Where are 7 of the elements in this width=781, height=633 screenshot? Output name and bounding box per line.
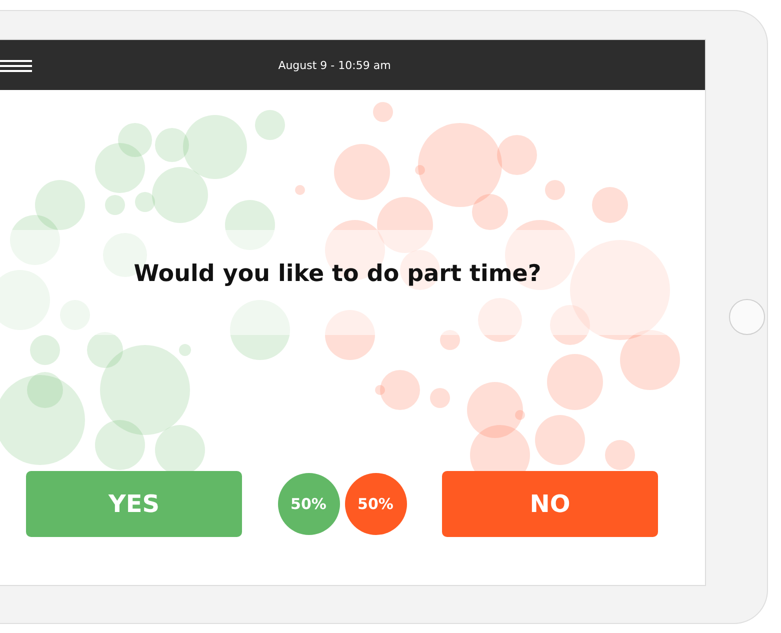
answer-button[interactable]: NO <box>442 471 658 537</box>
percentage-badge: 50% <box>344 473 406 535</box>
date-time: August 9 - 10:59 am <box>278 58 391 72</box>
answer-button[interactable]: YES <box>26 471 242 537</box>
percentage-badge: 50% <box>278 473 340 535</box>
question-text: Would you like to do part time? <box>132 261 542 287</box>
menu-icon[interactable] <box>0 59 32 73</box>
